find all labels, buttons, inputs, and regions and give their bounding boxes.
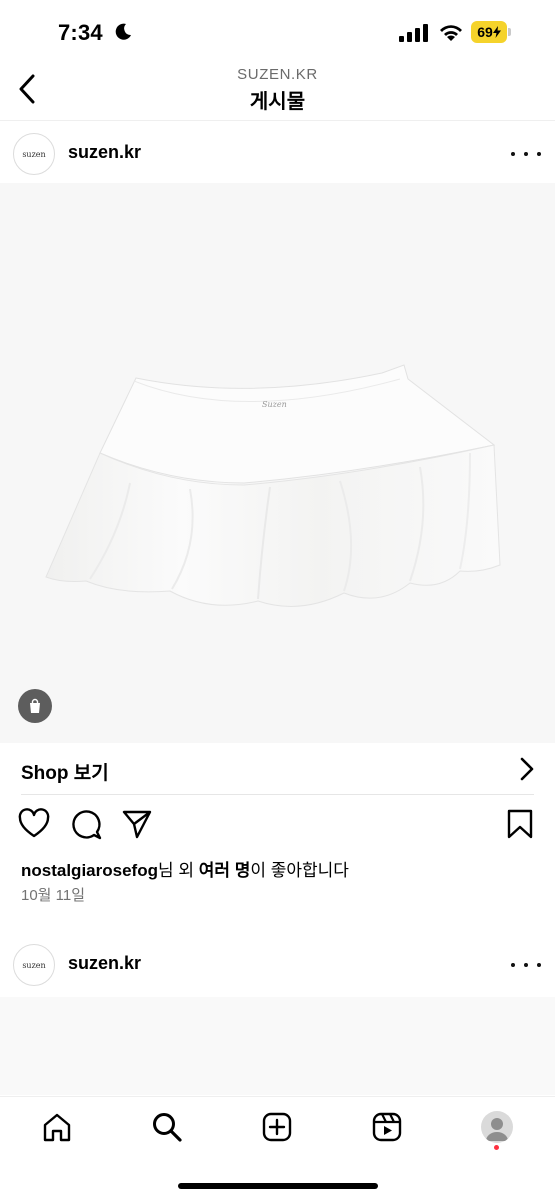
comment-button[interactable] xyxy=(70,808,102,840)
status-bar: 7:34 69 xyxy=(0,0,555,62)
avatar[interactable]: suzen xyxy=(13,944,55,986)
shop-link[interactable]: Shop 보기 xyxy=(0,743,555,795)
save-button[interactable] xyxy=(505,808,535,840)
post-actions xyxy=(0,808,555,844)
notification-dot xyxy=(494,1145,499,1150)
bottom-tab-bar xyxy=(0,1096,555,1200)
likes-middle: 님 외 xyxy=(157,861,199,880)
profile-avatar-icon xyxy=(481,1111,513,1143)
battery-indicator: 69 xyxy=(471,21,507,43)
home-icon xyxy=(43,1113,71,1142)
bookmark-icon xyxy=(507,809,533,839)
avatar[interactable]: suzen xyxy=(13,133,55,175)
share-button[interactable] xyxy=(121,808,153,840)
add-post-icon xyxy=(262,1112,292,1142)
likes-text: nostalgiarosefog님 외 여러 명이 좋아합니다 xyxy=(21,856,349,881)
post-username[interactable]: suzen.kr xyxy=(68,953,141,974)
moon-icon xyxy=(115,23,131,40)
shop-divider xyxy=(21,794,534,795)
tab-create[interactable] xyxy=(257,1107,297,1147)
send-icon xyxy=(122,810,152,839)
more-options-button[interactable] xyxy=(511,955,541,975)
battery-level: 69 xyxy=(477,24,493,40)
post-username[interactable]: suzen.kr xyxy=(68,142,141,163)
post-header: suzen suzen.kr xyxy=(0,935,555,995)
status-time: 7:34 xyxy=(58,20,103,45)
battery-cap xyxy=(508,28,511,36)
liker-username[interactable]: nostalgiarosefog xyxy=(21,861,158,880)
nav-header: SUZEN.KR 게시물 xyxy=(0,62,555,118)
home-indicator xyxy=(178,1183,378,1189)
search-icon xyxy=(153,1113,182,1142)
reels-icon xyxy=(372,1112,402,1142)
post-header: suzen suzen.kr xyxy=(0,124,555,184)
shopping-bag-badge[interactable] xyxy=(18,689,52,723)
header-account-name: SUZEN.KR xyxy=(237,66,318,83)
post-date: 10월 11일 xyxy=(21,887,86,904)
comment-icon xyxy=(72,810,102,840)
skirt-label-text: Suzen xyxy=(262,400,287,409)
cellular-signal-icon xyxy=(399,24,428,42)
shopping-bag-icon xyxy=(30,698,40,713)
chevron-right-icon xyxy=(520,757,534,781)
heart-icon xyxy=(18,808,50,838)
page-title: 게시물 xyxy=(249,91,306,113)
tab-reels[interactable] xyxy=(367,1107,407,1147)
wifi-icon xyxy=(440,25,462,41)
likes-others[interactable]: 여러 명 xyxy=(199,861,251,880)
skirt-image: Suzen xyxy=(45,364,501,607)
charging-bolt-icon xyxy=(492,26,501,38)
shop-label: Shop 보기 xyxy=(21,763,109,784)
post-image[interactable] xyxy=(0,997,555,1095)
likes-suffix: 이 좋아합니다 xyxy=(250,861,349,880)
like-button[interactable] xyxy=(18,808,50,840)
tab-home[interactable] xyxy=(37,1107,77,1147)
tab-search[interactable] xyxy=(147,1107,187,1147)
tab-profile[interactable] xyxy=(477,1107,517,1147)
header-divider xyxy=(0,120,555,121)
more-options-button[interactable] xyxy=(511,144,541,164)
post-image[interactable]: Suzen xyxy=(0,183,555,743)
